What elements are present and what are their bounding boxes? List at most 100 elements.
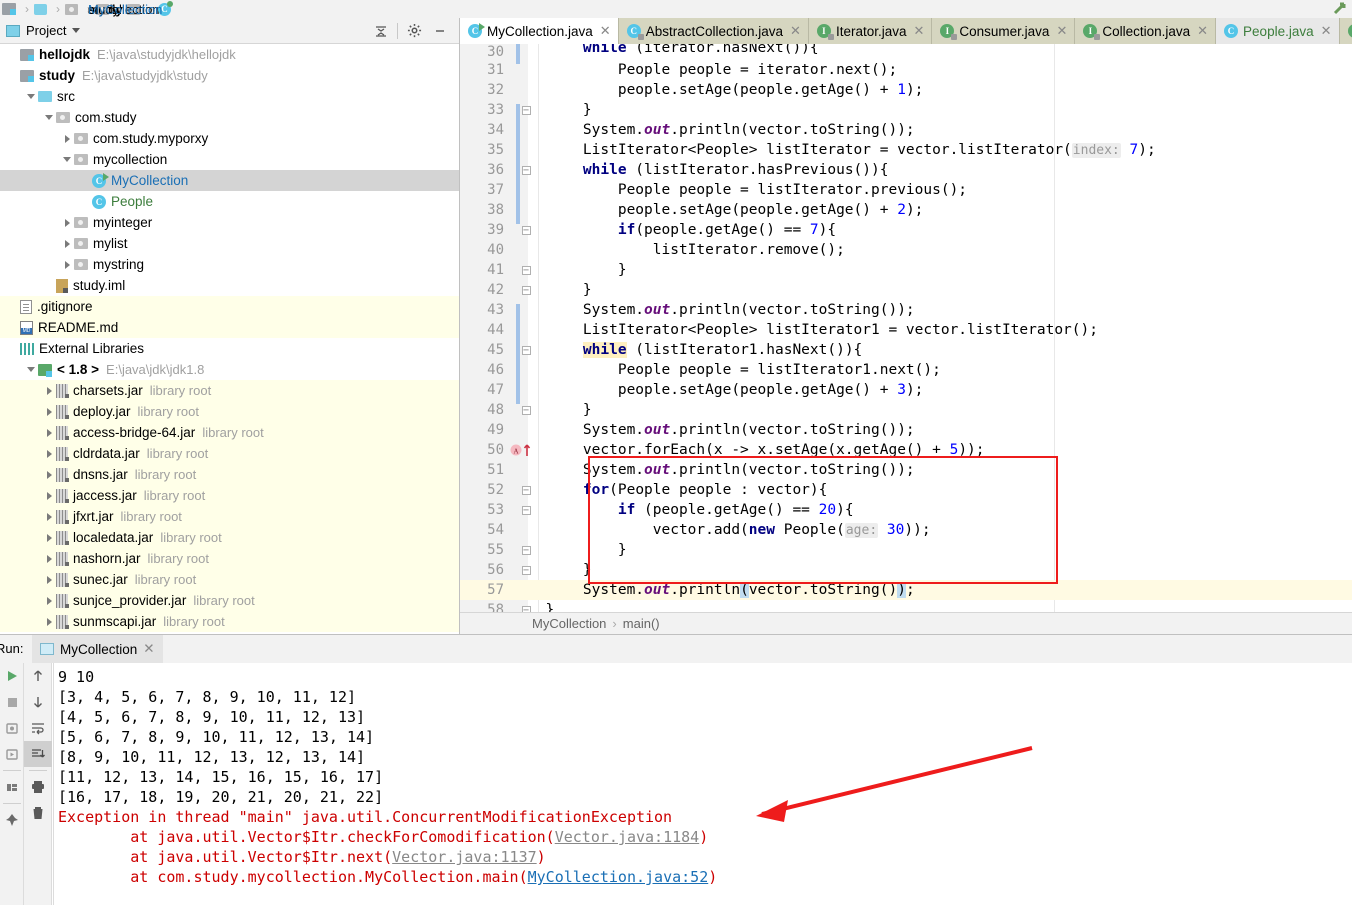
chevron-right-icon[interactable] xyxy=(42,506,56,527)
chevron-right-icon[interactable] xyxy=(42,401,56,422)
fold-collapse-icon[interactable]: − xyxy=(520,340,532,360)
rerun-failed-tests-icon[interactable] xyxy=(0,715,24,741)
code-line-56[interactable]: 56− } xyxy=(460,560,1352,580)
collapse-all-icon[interactable] xyxy=(368,19,394,43)
chevron-down-icon[interactable] xyxy=(24,359,38,380)
chevron-right-icon[interactable] xyxy=(42,443,56,464)
resume-program-icon[interactable] xyxy=(0,741,24,767)
layout-settings-icon[interactable] xyxy=(0,774,24,800)
close-icon[interactable]: ✕ xyxy=(600,23,611,39)
editor-tab-consumer-java[interactable]: I Consumer.java ✕ xyxy=(932,18,1076,44)
fold-collapse-icon[interactable]: − xyxy=(520,100,532,120)
editor-tab-stream[interactable]: IStream xyxy=(1339,18,1352,44)
editor-tab-iterator-java[interactable]: I Iterator.java ✕ xyxy=(808,18,933,44)
tree-item-com-study-myporxy[interactable]: com.study.myporxy xyxy=(0,128,459,149)
code-line-58[interactable]: 58− } xyxy=(460,600,1352,612)
print-icon[interactable] xyxy=(24,774,52,800)
tree-item-dnsns-jar[interactable]: dnsns.jar library root xyxy=(0,464,459,485)
tree-item-mycollection[interactable]: mycollection xyxy=(0,149,459,170)
tree-item-mystring[interactable]: mystring xyxy=(0,254,459,275)
code-line-50[interactable]: 50 A vector.forEach(x -> x.setAge(x.getAg… xyxy=(460,440,1352,460)
tree-item-study[interactable]: study E:\java\studyjdk\study xyxy=(0,65,459,86)
code-line-34[interactable]: 34 System.out.println(vector.toString())… xyxy=(460,120,1352,140)
code-line-52[interactable]: 52− for(People people : vector){ xyxy=(460,480,1352,500)
chevron-right-icon[interactable] xyxy=(42,380,56,401)
editor-tab-mycollection-java[interactable]: C MyCollection.java ✕ xyxy=(460,18,619,44)
chevron-right-icon[interactable] xyxy=(42,527,56,548)
hide-toolbar-arrow-icon[interactable] xyxy=(1332,1,1348,17)
tree-item-mycollection[interactable]: C MyCollection xyxy=(0,170,459,191)
tree-item-people[interactable]: C People xyxy=(0,191,459,212)
breadcrumb-class[interactable]: MyCollection xyxy=(532,616,606,631)
chevron-down-icon[interactable] xyxy=(24,86,38,107)
tree-item-hellojdk[interactable]: hellojdk E:\java\studyjdk\hellojdk xyxy=(0,44,459,65)
code-line-51[interactable]: 51 System.out.println(vector.toString())… xyxy=(460,460,1352,480)
minimize-icon[interactable] xyxy=(427,19,453,43)
code-line-36[interactable]: 36− while (listIterator.hasPrevious()){ xyxy=(460,160,1352,180)
chevron-right-icon[interactable] xyxy=(60,212,74,233)
code-line-31[interactable]: 31 People people = iterator.next(); xyxy=(460,60,1352,80)
tree-item-myinteger[interactable]: myinteger xyxy=(0,212,459,233)
fold-collapse-icon[interactable]: − xyxy=(520,260,532,280)
tree-item-localedata-jar[interactable]: localedata.jar library root xyxy=(0,527,459,548)
run-tab-mycollection[interactable]: MyCollection ✕ xyxy=(32,635,163,663)
console-line[interactable]: at java.util.Vector$Itr.checkForComodifi… xyxy=(58,827,1352,847)
code-line-33[interactable]: 33− } xyxy=(460,100,1352,120)
run-icon[interactable] xyxy=(0,663,24,689)
chevron-right-icon[interactable] xyxy=(42,548,56,569)
code-line-55[interactable]: 55− } xyxy=(460,540,1352,560)
editor-tab-collection-java[interactable]: I Collection.java ✕ xyxy=(1075,18,1217,44)
tree-item-sunmscapi-jar[interactable]: sunmscapi.jar library root xyxy=(0,611,459,632)
code-line-47[interactable]: 47 people.setAge(people.getAge() + 3); xyxy=(460,380,1352,400)
chevron-right-icon[interactable] xyxy=(42,590,56,611)
tree-item-src[interactable]: src xyxy=(0,86,459,107)
fold-collapse-icon[interactable]: − xyxy=(520,280,532,300)
fold-collapse-icon[interactable]: − xyxy=(520,500,532,520)
lambda-icon[interactable]: A xyxy=(510,443,536,457)
chevron-right-icon[interactable] xyxy=(60,254,74,275)
chevron-right-icon[interactable] xyxy=(42,611,56,632)
tree-item-sunec-jar[interactable]: sunec.jar library root xyxy=(0,569,459,590)
chevron-down-icon[interactable] xyxy=(72,28,81,33)
stacktrace-link[interactable]: Vector.java:1184 xyxy=(555,828,700,846)
close-icon[interactable]: ✕ xyxy=(1056,23,1067,39)
tree-item-gitignore[interactable]: .gitignore xyxy=(0,296,459,317)
soft-wrap-icon[interactable] xyxy=(24,715,52,741)
tree-item-charsets-jar[interactable]: charsets.jar library root xyxy=(0,380,459,401)
tree-item-nashorn-jar[interactable]: nashorn.jar library root xyxy=(0,548,459,569)
fold-collapse-icon[interactable]: − xyxy=(520,560,532,580)
code-line-30[interactable]: 30 while (iterator.hasNext()){ xyxy=(460,44,1352,60)
tree-item-deploy-jar[interactable]: deploy.jar library root xyxy=(0,401,459,422)
code-lines[interactable]: 30 while (iterator.hasNext()){31 People … xyxy=(460,44,1352,612)
close-icon[interactable]: ✕ xyxy=(1321,23,1332,39)
code-line-42[interactable]: 42− } xyxy=(460,280,1352,300)
code-line-44[interactable]: 44 ListIterator<People> listIterator1 = … xyxy=(460,320,1352,340)
code-line-53[interactable]: 53− if (people.getAge() == 20){ xyxy=(460,500,1352,520)
chevron-right-icon[interactable] xyxy=(42,422,56,443)
fold-collapse-icon[interactable]: − xyxy=(520,160,532,180)
code-line-41[interactable]: 41− } xyxy=(460,260,1352,280)
chevron-right-icon[interactable] xyxy=(60,128,74,149)
close-icon[interactable]: ✕ xyxy=(143,641,154,657)
code-line-43[interactable]: 43 System.out.println(vector.toString())… xyxy=(460,300,1352,320)
tree-item-study-iml[interactable]: study.iml xyxy=(0,275,459,296)
tree-item-jfxrt-jar[interactable]: jfxrt.jar library root xyxy=(0,506,459,527)
breadcrumb-item-mycollection-class[interactable]: C MyCollection xyxy=(88,0,177,17)
fold-collapse-icon[interactable]: − xyxy=(520,220,532,240)
fold-collapse-icon[interactable]: − xyxy=(520,480,532,500)
code-line-38[interactable]: 38 people.setAge(people.getAge() + 2); xyxy=(460,200,1352,220)
breadcrumb-item-src[interactable]: src xyxy=(32,2,105,17)
tree-item-cldrdata-jar[interactable]: cldrdata.jar library root xyxy=(0,443,459,464)
code-line-32[interactable]: 32 people.setAge(people.getAge() + 1); xyxy=(460,80,1352,100)
tree-item-external-libraries[interactable]: External Libraries xyxy=(0,338,459,359)
code-line-35[interactable]: 35 ListIterator<People> listIterator = v… xyxy=(460,140,1352,160)
chevron-right-icon[interactable] xyxy=(42,485,56,506)
stacktrace-link[interactable]: MyCollection.java:52 xyxy=(528,868,709,886)
chevron-down-icon[interactable] xyxy=(42,107,56,128)
settings-gear-icon[interactable] xyxy=(401,19,427,43)
close-icon[interactable]: ✕ xyxy=(913,23,924,39)
console-line[interactable]: at java.util.Vector$Itr.next(Vector.java… xyxy=(58,847,1352,867)
tree-item-sunjce-provider-jar[interactable]: sunjce_provider.jar library root xyxy=(0,590,459,611)
code-line-49[interactable]: 49 System.out.println(vector.toString())… xyxy=(460,420,1352,440)
fold-collapse-icon[interactable]: − xyxy=(520,540,532,560)
